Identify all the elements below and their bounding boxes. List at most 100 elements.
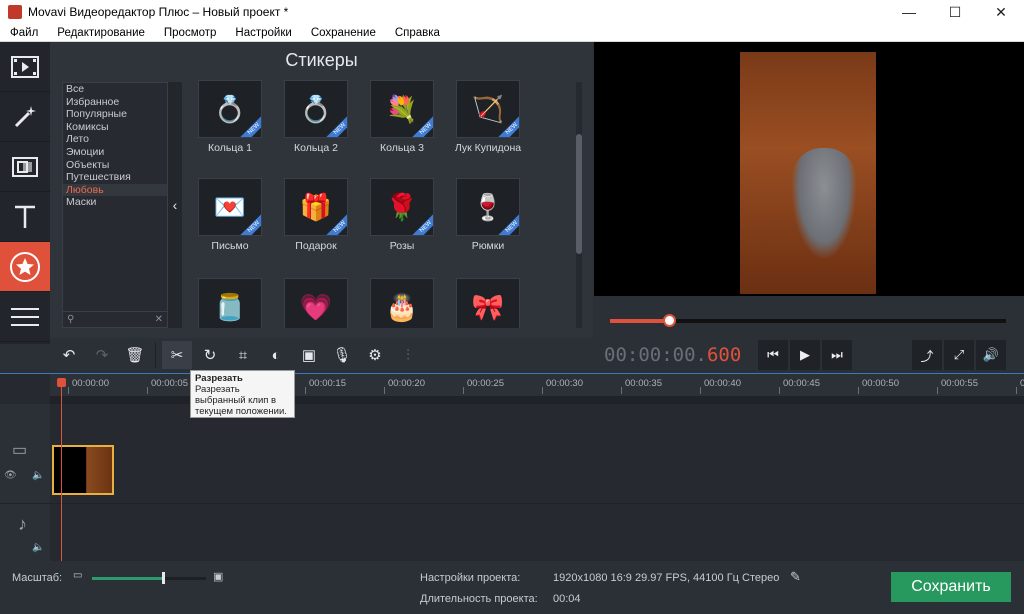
menu-file[interactable]: Файл (0, 27, 47, 39)
progress-knob[interactable] (663, 314, 677, 327)
sticker-label: Рюмки (471, 240, 505, 252)
sticker-scrollbar[interactable] (576, 82, 582, 328)
volume-button[interactable]: 🔊 (976, 340, 1006, 370)
sticker-label: Кольца 2 (294, 142, 338, 154)
cut-button[interactable]: ✂ (162, 341, 192, 369)
zoom-out-icon[interactable]: ▭ (73, 570, 82, 581)
timecode-main: 00:00:00. (604, 344, 707, 366)
sticker-thumbnail: 🍷 NEW (456, 178, 520, 236)
timecode-ms: 600 (706, 344, 742, 366)
ring-bouquet-icon: 💐 (385, 93, 419, 124)
sticker-star-icon (10, 251, 40, 282)
cake-icon: 🎂 (385, 291, 419, 322)
sticker-item[interactable]: 💍 NEW Кольца 1 (190, 80, 270, 154)
category-item[interactable]: Маски (63, 196, 167, 209)
sticker-item[interactable]: 🫙 (190, 278, 270, 328)
sticker-item[interactable]: 🎂 (362, 278, 442, 328)
rotate-button[interactable]: ↻ (195, 341, 225, 369)
progress-fill (610, 319, 670, 323)
sticker-thumbnail: 💍 NEW (284, 80, 348, 138)
sticker-thumbnail: 🌹 NEW (370, 178, 434, 236)
scrollbar-thumb[interactable] (576, 134, 582, 254)
magic-wand-icon (14, 105, 36, 127)
export-preview-button[interactable]: ⤴ (912, 340, 942, 370)
sticker-item[interactable]: 💍 NEW Кольца 2 (276, 80, 356, 154)
image-button[interactable]: ▣ (294, 341, 324, 369)
film-icon (11, 55, 39, 78)
undo-button[interactable]: ↶ (54, 341, 84, 369)
speaker-icon[interactable]: 🔈 (32, 542, 44, 553)
category-item[interactable]: Эмоции (63, 146, 167, 159)
sticker-item[interactable]: 🍷 NEW Рюмки (448, 178, 528, 252)
tooltip-title: Разрезать (195, 373, 243, 384)
sticker-item[interactable]: 🎁 NEW Подарок (276, 178, 356, 252)
record-voice-button[interactable]: 🎙 (327, 341, 357, 369)
menu-view[interactable]: Просмотр (154, 27, 226, 39)
next-frame-button[interactable]: ⏭ (822, 340, 852, 370)
ruler-tick-label: 00:00:55 (937, 378, 978, 394)
zoom-in-icon[interactable]: ▣ (213, 570, 223, 583)
timecode: 00:00:00.600 (604, 344, 748, 366)
category-item[interactable]: Все (63, 83, 167, 96)
category-item[interactable]: Популярные (63, 108, 167, 121)
color-adjust-button[interactable]: ◐ (261, 341, 291, 369)
clip-properties-button[interactable]: ⚙ (360, 341, 390, 369)
delete-button[interactable]: 🗑 (120, 341, 150, 369)
category-item[interactable]: Лето (63, 133, 167, 146)
play-button[interactable]: ▶ (790, 340, 820, 370)
project-settings-label: Настройки проекта: (420, 572, 521, 584)
close-button[interactable]: ✕ (978, 0, 1024, 24)
tooltip-text: Разрезать выбранный клип в текущем полож… (195, 384, 287, 417)
menu-settings[interactable]: Настройки (225, 27, 300, 39)
redo-button[interactable]: ↷ (87, 341, 117, 369)
search-icon: ⚲ (67, 314, 75, 325)
more-tools-button[interactable] (0, 292, 50, 342)
ruler-tick-label: 00:00:00 (68, 378, 109, 394)
speaker-icon[interactable]: 🔈 (32, 470, 44, 481)
audio-track: ♪ 🔈 (0, 504, 1024, 562)
category-item[interactable]: Комиксы (63, 121, 167, 134)
minimize-button[interactable]: — (886, 0, 932, 24)
sticker-item[interactable]: 🌹 NEW Розы (362, 178, 442, 252)
scale-slider-knob[interactable] (161, 572, 165, 584)
category-item[interactable]: Избранное (63, 96, 167, 109)
roses-icon: 🌹 (385, 191, 419, 222)
sticker-grid: 💍 NEW Кольца 1 💍 NEW Кольца 2 💐 NEW Кольца … (190, 80, 576, 328)
stickers-tool-button[interactable] (0, 242, 50, 292)
menu-export[interactable]: Сохранение (301, 27, 385, 39)
music-note-icon: ♪ (18, 514, 27, 534)
sticker-item[interactable]: 💐 NEW Кольца 3 (362, 80, 442, 154)
category-item[interactable]: Путешествия (63, 171, 167, 184)
project-settings-value: 1920x1080 16:9 29.97 FPS, 44100 Гц Стере… (553, 572, 780, 584)
filters-tool-button[interactable] (0, 92, 50, 142)
previous-frame-button[interactable]: ⏮ (758, 340, 788, 370)
sticker-item[interactable]: 🎀 (448, 278, 528, 328)
category-search-input[interactable]: ⚲ ✕ (63, 311, 167, 327)
audio-equalizer-button[interactable]: ⫶ (393, 341, 423, 369)
import-tool-button[interactable] (0, 42, 50, 92)
edit-pencil-icon[interactable]: ✎ (790, 569, 801, 585)
sticker-item[interactable]: 🏹 NEW Лук Купидона (448, 80, 528, 154)
sticker-item[interactable]: 💗 (276, 278, 356, 328)
menu-help[interactable]: Справка (385, 27, 449, 39)
maximize-button[interactable]: ☐ (932, 0, 978, 24)
category-item[interactable]: Объекты (63, 159, 167, 172)
menu-edit[interactable]: Редактирование (47, 27, 154, 39)
search-clear-icon[interactable]: ✕ (155, 314, 163, 325)
player-controls: 00:00:00.600 ⏮ ▶ ⏭ ⤴ ⤢ 🔊 (594, 338, 1024, 372)
cut-tooltip: Разрезать Разрезать выбранный клип в тек… (190, 370, 295, 418)
eye-icon[interactable]: 👁 (4, 470, 17, 481)
collapse-categories-button[interactable]: ‹ (168, 82, 182, 328)
category-item-selected[interactable]: Любовь (63, 183, 167, 197)
playhead[interactable] (57, 378, 66, 562)
ruler-tick-label: 00:00:20 (384, 378, 425, 394)
playback-progress (594, 302, 1024, 338)
save-button[interactable]: Сохранить (891, 572, 1011, 602)
fullscreen-button[interactable]: ⤢ (944, 340, 974, 370)
transitions-tool-button[interactable] (0, 142, 50, 192)
sticker-label: Письмо (211, 240, 249, 252)
sticker-item[interactable]: 💌 NEW Письмо (190, 178, 270, 252)
titles-tool-button[interactable] (0, 192, 50, 242)
ruler-tick-label: 00:00:15 (305, 378, 346, 394)
crop-button[interactable]: ⌗ (228, 341, 258, 369)
